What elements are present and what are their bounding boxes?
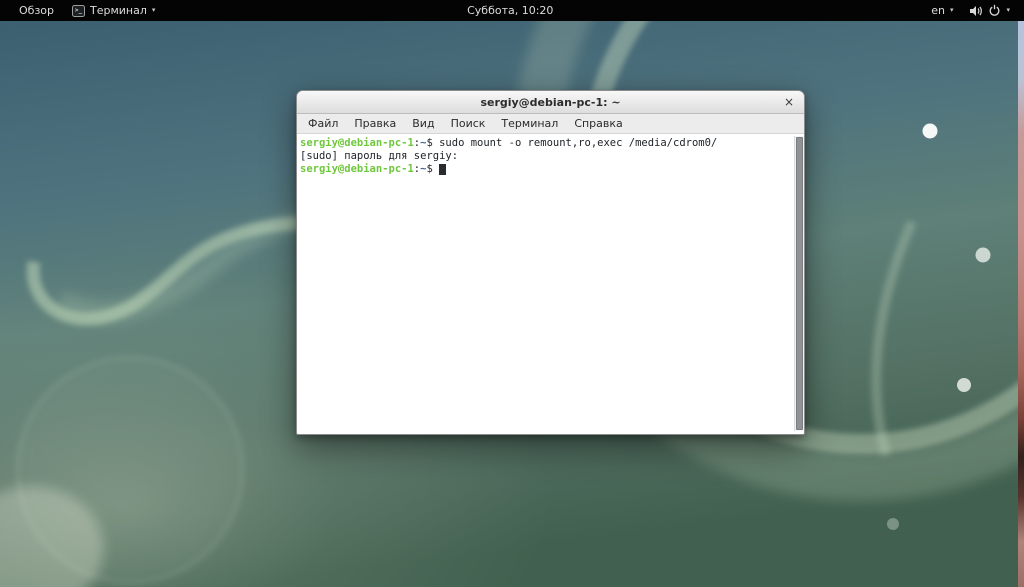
adjacent-image-edge [1018,21,1024,587]
clock-menu[interactable]: Суббота, 10:20 [467,0,553,21]
terminal-window: sergiy@debian-pc-1: ~ × Файл Правка Вид … [296,90,805,435]
terminal-cursor [439,164,446,175]
window-title: sergiy@debian-pc-1: ~ [480,96,620,109]
wallpaper-dot [957,378,971,392]
wallpaper-dot [923,124,938,139]
clock-label: Суббота, 10:20 [467,4,553,17]
prompt-user-host: sergiy@debian-pc-1 [300,163,414,175]
top-bar: Обзор >_ Терминал ▾ Суббота, 10:20 en ▾ [0,0,1024,21]
terminal-line-2: [sudo] пароль для sergiy: [300,150,790,163]
terminal-line-1: sergiy@debian-pc-1:~$ sudo mount -o remo… [300,137,790,150]
menu-file[interactable]: Файл [300,115,346,132]
chevron-down-icon: ▾ [950,7,954,14]
speaker-icon [969,5,983,17]
menu-help[interactable]: Справка [566,115,630,132]
terminal-text: sergiy@debian-pc-1:~$ sudo mount -o remo… [297,134,804,176]
menu-search[interactable]: Поиск [443,115,494,132]
desktop: Обзор >_ Терминал ▾ Суббота, 10:20 en ▾ [0,0,1024,587]
scrollbar-thumb[interactable] [796,137,803,430]
command-text: sudo mount -o remount,ro,exec /media/cdr… [433,137,717,149]
keyboard-layout-indicator[interactable]: en ▾ [925,0,959,21]
sudo-password-prompt: [sudo] пароль для sergiy: [300,150,458,162]
app-menu-label: Терминал [90,4,147,17]
menu-terminal[interactable]: Терминал [493,115,566,132]
wallpaper-dot [887,518,899,530]
scrollbar[interactable] [794,136,804,431]
close-button[interactable]: × [780,91,798,113]
menu-view[interactable]: Вид [404,115,442,132]
menu-edit[interactable]: Правка [346,115,404,132]
terminal-content[interactable]: sergiy@debian-pc-1:~$ sudo mount -o remo… [297,134,804,433]
terminal-icon: >_ [72,5,85,17]
activities-button[interactable]: Обзор [10,0,63,21]
top-bar-right: en ▾ ▾ [925,0,1024,21]
wallpaper-dot [976,248,991,263]
keyboard-layout-label: en [931,4,945,17]
top-bar-left: Обзор >_ Терминал ▾ [0,0,164,21]
app-menu[interactable]: >_ Терминал ▾ [63,0,164,21]
power-icon [988,4,1001,17]
system-menu[interactable]: ▾ [963,0,1016,21]
activities-label: Обзор [19,4,54,17]
prompt-symbol: $ [426,163,432,175]
terminal-line-3: sergiy@debian-pc-1:~$ [300,163,790,176]
prompt-user-host: sergiy@debian-pc-1 [300,137,414,149]
chevron-down-icon: ▾ [1006,7,1010,14]
window-menubar: Файл Правка Вид Поиск Терминал Справка [297,114,804,134]
window-titlebar[interactable]: sergiy@debian-pc-1: ~ × [297,91,804,114]
chevron-down-icon: ▾ [152,7,156,14]
